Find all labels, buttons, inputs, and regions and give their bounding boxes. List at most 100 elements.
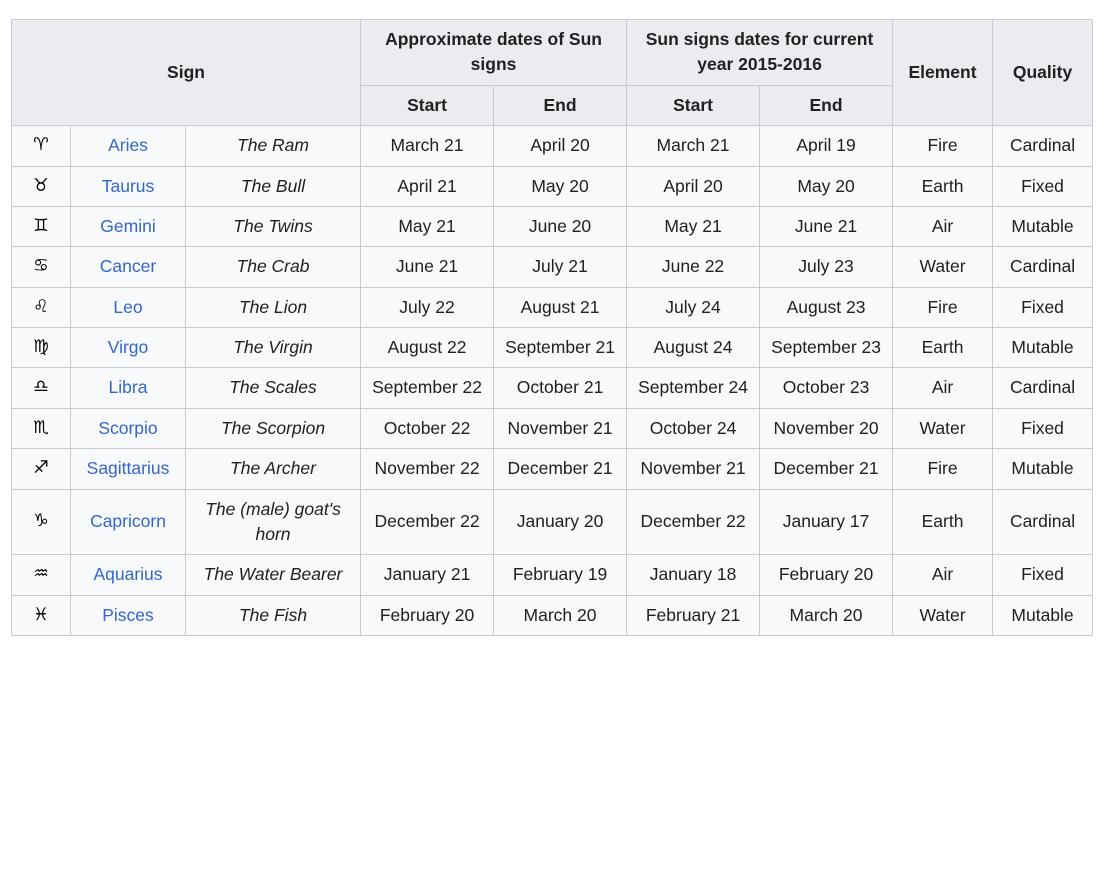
sign-link[interactable]: Aries bbox=[108, 135, 148, 155]
current-start-date: April 20 bbox=[626, 165, 761, 207]
sign-link[interactable]: Sagittarius bbox=[87, 458, 170, 478]
table-row: ♍ Virgo The Virgin August 22 September 21 Aug… bbox=[11, 326, 1094, 369]
approx-end-date: June 20 bbox=[493, 205, 628, 248]
cancer-symbol: ♋ bbox=[11, 246, 71, 288]
sign-name-cell: Libra bbox=[70, 367, 186, 409]
sign-meaning: The Crab bbox=[184, 246, 362, 288]
sign-meaning: The Water Bearer bbox=[184, 554, 362, 596]
sign-link[interactable]: Gemini bbox=[100, 216, 155, 236]
current-start-date: January 18 bbox=[626, 554, 761, 596]
table-body: ♈ Aries The Ram March 21 April 20 March 21 Apr… bbox=[11, 125, 1094, 637]
current-start-date: May 21 bbox=[626, 205, 761, 248]
sign-name-cell: Gemini bbox=[70, 205, 186, 248]
sign-name-cell: Leo bbox=[70, 286, 186, 329]
element-value: Fire bbox=[892, 286, 994, 329]
taurus-symbol: ♉ bbox=[11, 165, 71, 207]
sign-name-cell: Aries bbox=[70, 125, 186, 167]
element-value: Water bbox=[892, 594, 994, 637]
element-value: Earth bbox=[892, 326, 994, 369]
approx-end-date: May 20 bbox=[493, 165, 628, 207]
approx-end-date: April 20 bbox=[493, 125, 628, 167]
header-sign: Sign bbox=[10, 18, 362, 127]
table-row: ♉ Taurus The Bull April 21 May 20 April 20 May… bbox=[11, 165, 1094, 207]
quality-value: Cardinal bbox=[992, 246, 1094, 288]
approx-end-date: December 21 bbox=[493, 448, 628, 490]
quality-value: Fixed bbox=[992, 165, 1094, 207]
approx-start-date: July 22 bbox=[360, 286, 495, 329]
quality-value: Cardinal bbox=[992, 488, 1094, 556]
table-row: ♌ Leo The Lion July 22 August 21 July 24 Augus… bbox=[11, 286, 1094, 329]
table-row: ♐ Sagittarius The Archer November 22 Decembe… bbox=[11, 448, 1094, 490]
current-end-date: October 23 bbox=[759, 367, 894, 409]
header-current-year-dates: Sun signs dates for current year 2015-20… bbox=[626, 19, 894, 86]
sign-name-cell: Capricorn bbox=[70, 488, 186, 556]
approx-start-date: May 21 bbox=[360, 205, 495, 248]
current-end-date: January 17 bbox=[759, 488, 894, 556]
sign-name-cell: Cancer bbox=[70, 246, 186, 288]
element-value: Air bbox=[892, 554, 994, 596]
current-end-date: August 23 bbox=[759, 286, 894, 329]
element-value: Fire bbox=[892, 448, 994, 490]
sign-link[interactable]: Libra bbox=[109, 377, 148, 397]
current-start-date: December 22 bbox=[626, 488, 761, 556]
current-end-date: November 20 bbox=[759, 407, 894, 450]
approx-start-date: June 21 bbox=[360, 246, 495, 288]
current-end-date: September 23 bbox=[759, 326, 894, 369]
table-row: ♑ Capricorn The (male) goat's horn December… bbox=[11, 488, 1094, 556]
table-row: ♒ Aquarius The Water Bearer January 21 Febru… bbox=[11, 554, 1094, 596]
sign-link[interactable]: Pisces bbox=[102, 605, 154, 625]
libra-symbol: ♎ bbox=[11, 367, 71, 409]
table-row: ♓ Pisces The Fish February 20 March 20 Februa… bbox=[11, 594, 1094, 637]
sign-link[interactable]: Aquarius bbox=[93, 564, 162, 584]
sign-meaning: The Lion bbox=[184, 286, 362, 329]
sign-name-cell: Aquarius bbox=[70, 554, 186, 596]
table-header: Sign Approximate dates of Sun signs Sun … bbox=[10, 18, 1094, 127]
quality-value: Cardinal bbox=[992, 367, 1094, 409]
approx-start-date: October 22 bbox=[360, 407, 495, 450]
table-row: ♋ Cancer The Crab June 21 July 21 June 22 July… bbox=[11, 246, 1094, 288]
approx-start-date: February 20 bbox=[360, 594, 495, 637]
current-start-date: September 24 bbox=[626, 367, 761, 409]
sign-link[interactable]: Cancer bbox=[100, 256, 156, 276]
header-approximate-dates: Approximate dates of Sun signs bbox=[360, 19, 628, 86]
element-value: Water bbox=[892, 407, 994, 450]
header-approx-end: End bbox=[493, 84, 628, 127]
current-end-date: May 20 bbox=[759, 165, 894, 207]
sign-meaning: The Virgin bbox=[184, 326, 362, 369]
approx-end-date: October 21 bbox=[493, 367, 628, 409]
approx-start-date: December 22 bbox=[360, 488, 495, 556]
approx-start-date: November 22 bbox=[360, 448, 495, 490]
element-value: Air bbox=[892, 205, 994, 248]
sign-meaning: The Fish bbox=[184, 594, 362, 637]
sign-name-cell: Pisces bbox=[70, 594, 186, 637]
capricorn-symbol: ♑ bbox=[11, 488, 71, 556]
sign-link[interactable]: Capricorn bbox=[90, 511, 166, 531]
table-row: ♏ Scorpio The Scorpion October 22 November 2… bbox=[11, 407, 1094, 450]
approx-end-date: January 20 bbox=[493, 488, 628, 556]
table-row: ♈ Aries The Ram March 21 April 20 March 21 Apr… bbox=[11, 125, 1094, 167]
current-end-date: April 19 bbox=[759, 125, 894, 167]
approx-end-date: February 19 bbox=[493, 554, 628, 596]
element-value: Water bbox=[892, 246, 994, 288]
sign-meaning: The Twins bbox=[184, 205, 362, 248]
current-start-date: February 21 bbox=[626, 594, 761, 637]
sign-link[interactable]: Leo bbox=[113, 297, 142, 317]
quality-value: Fixed bbox=[992, 286, 1094, 329]
sign-link[interactable]: Virgo bbox=[108, 337, 149, 357]
aquarius-symbol: ♒ bbox=[11, 554, 71, 596]
sign-meaning: The Scales bbox=[184, 367, 362, 409]
current-end-date: March 20 bbox=[759, 594, 894, 637]
sign-link[interactable]: Taurus bbox=[102, 176, 155, 196]
sign-link[interactable]: Scorpio bbox=[98, 418, 157, 438]
approx-start-date: September 22 bbox=[360, 367, 495, 409]
approx-start-date: January 21 bbox=[360, 554, 495, 596]
virgo-symbol: ♍ bbox=[11, 326, 71, 369]
current-start-date: June 22 bbox=[626, 246, 761, 288]
page-container: Sign Approximate dates of Sun signs Sun … bbox=[0, 0, 1104, 894]
header-current-start: Start bbox=[626, 84, 761, 127]
sign-meaning: The Bull bbox=[184, 165, 362, 207]
header-current-end: End bbox=[759, 84, 894, 127]
quality-value: Fixed bbox=[992, 554, 1094, 596]
current-start-date: August 24 bbox=[626, 326, 761, 369]
header-element: Element bbox=[892, 18, 994, 127]
